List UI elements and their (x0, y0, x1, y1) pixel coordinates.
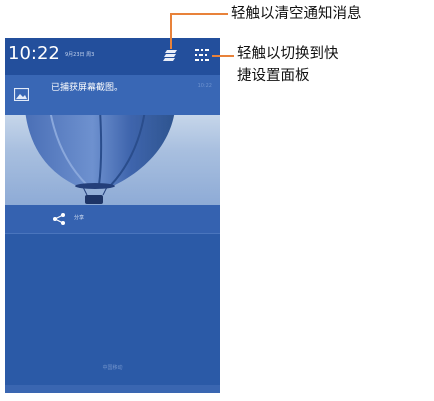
clock-time: 10:22 (8, 43, 60, 64)
image-icon (14, 88, 29, 101)
callout-line-settings (212, 55, 234, 57)
screenshot-notification[interactable]: 已捕获屏幕截图。 10:22 (5, 75, 220, 115)
callout-clear-text: 轻触以清空通知消息 (231, 6, 362, 22)
notification-title: 已捕获屏幕截图。 (51, 83, 124, 93)
callout-settings-text-line1: 轻触以切换到快 (237, 46, 339, 62)
share-action[interactable]: 分享 (5, 205, 220, 233)
callout-settings-text-line2: 捷设置面板 (237, 68, 310, 84)
divider (5, 233, 220, 234)
clear-notifications-icon (163, 50, 177, 61)
quick-settings-button[interactable] (193, 46, 211, 64)
carrier-label: 中国移动 (102, 365, 123, 371)
callout-line-clear-horizontal (170, 13, 228, 15)
notification-time: 10:22 (197, 83, 212, 89)
date-text: 9月23日 周3 (65, 52, 95, 58)
status-bar: 10:22 9月23日 周3 (5, 38, 220, 75)
panel-handle[interactable] (5, 385, 220, 393)
notification-panel: 10:22 9月23日 周3 已捕获屏幕截图。 10:22 分享 中国移动 (5, 38, 220, 393)
share-icon (53, 213, 65, 225)
share-label: 分享 (74, 215, 85, 221)
callout-line-clear-vertical (170, 13, 172, 49)
quick-settings-toggle-icon (195, 49, 209, 61)
balloon-image (25, 115, 175, 204)
screenshot-preview[interactable] (5, 115, 220, 205)
clear-notifications-button[interactable] (163, 48, 179, 62)
